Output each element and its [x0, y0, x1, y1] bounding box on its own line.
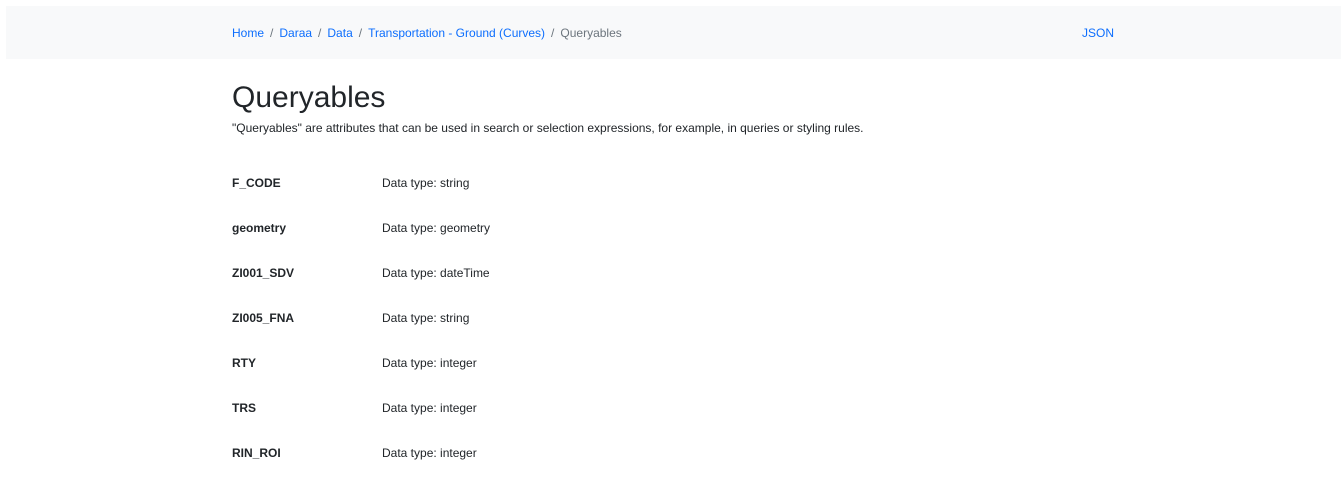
breadcrumb-separator: / — [551, 25, 555, 40]
breadcrumb-home-link[interactable]: Home — [232, 26, 264, 40]
page-title: Queryables — [232, 81, 386, 114]
queryable-name: F_CODE — [232, 176, 281, 190]
queryable-type: Data type: integer — [382, 401, 477, 415]
queryable-type: Data type: geometry — [382, 221, 491, 235]
json-format-link[interactable]: JSON — [1082, 6, 1114, 59]
queryable-type: Data type: integer — [382, 446, 477, 460]
queryable-type: Data type: string — [382, 176, 470, 190]
queryable-row: geometry Data type: geometry — [232, 217, 932, 262]
breadcrumb-separator: / — [358, 25, 363, 40]
queryable-row: F_CODE Data type: string — [232, 172, 932, 217]
queryable-name: ZI005_FNA — [232, 311, 295, 325]
queryable-row: TRS Data type: integer — [232, 397, 932, 442]
page-description: "Queryables" are attributes that can be … — [232, 121, 864, 135]
queryable-row: ZI001_SDV Data type: dateTime — [232, 262, 932, 307]
top-navbar: Home / Daraa / Data / Transportation - G… — [6, 6, 1341, 59]
breadcrumb-collection-link[interactable]: Transportation - Ground (Curves) — [368, 26, 545, 40]
queryable-name: TRS — [232, 401, 256, 415]
queryable-type: Data type: integer — [382, 356, 477, 370]
breadcrumb-current: Queryables — [560, 25, 622, 40]
queryable-name: RTY — [232, 356, 256, 370]
breadcrumb-separator: / — [270, 25, 274, 40]
queryables-list: F_CODE Data type: string geometry Data t… — [232, 172, 932, 487]
main-content: Queryables "Queryables" are attributes t… — [232, 80, 1132, 136]
queryable-type: Data type: dateTime — [382, 266, 490, 280]
queryable-name: RIN_ROI — [232, 446, 281, 460]
queryable-row: RIN_ROI Data type: integer — [232, 442, 932, 487]
queryable-row: RTY Data type: integer — [232, 352, 932, 397]
breadcrumb: Home / Daraa / Data / Transportation - G… — [232, 6, 622, 59]
breadcrumb-daraa-link[interactable]: Daraa — [279, 26, 312, 40]
breadcrumb-separator: / — [318, 25, 322, 40]
queryable-name: ZI001_SDV — [232, 266, 295, 280]
breadcrumb-data-link[interactable]: Data — [327, 26, 352, 40]
queryable-name: geometry — [232, 221, 287, 235]
queryable-row: ZI005_FNA Data type: string — [232, 307, 932, 352]
queryable-type: Data type: string — [382, 311, 470, 325]
